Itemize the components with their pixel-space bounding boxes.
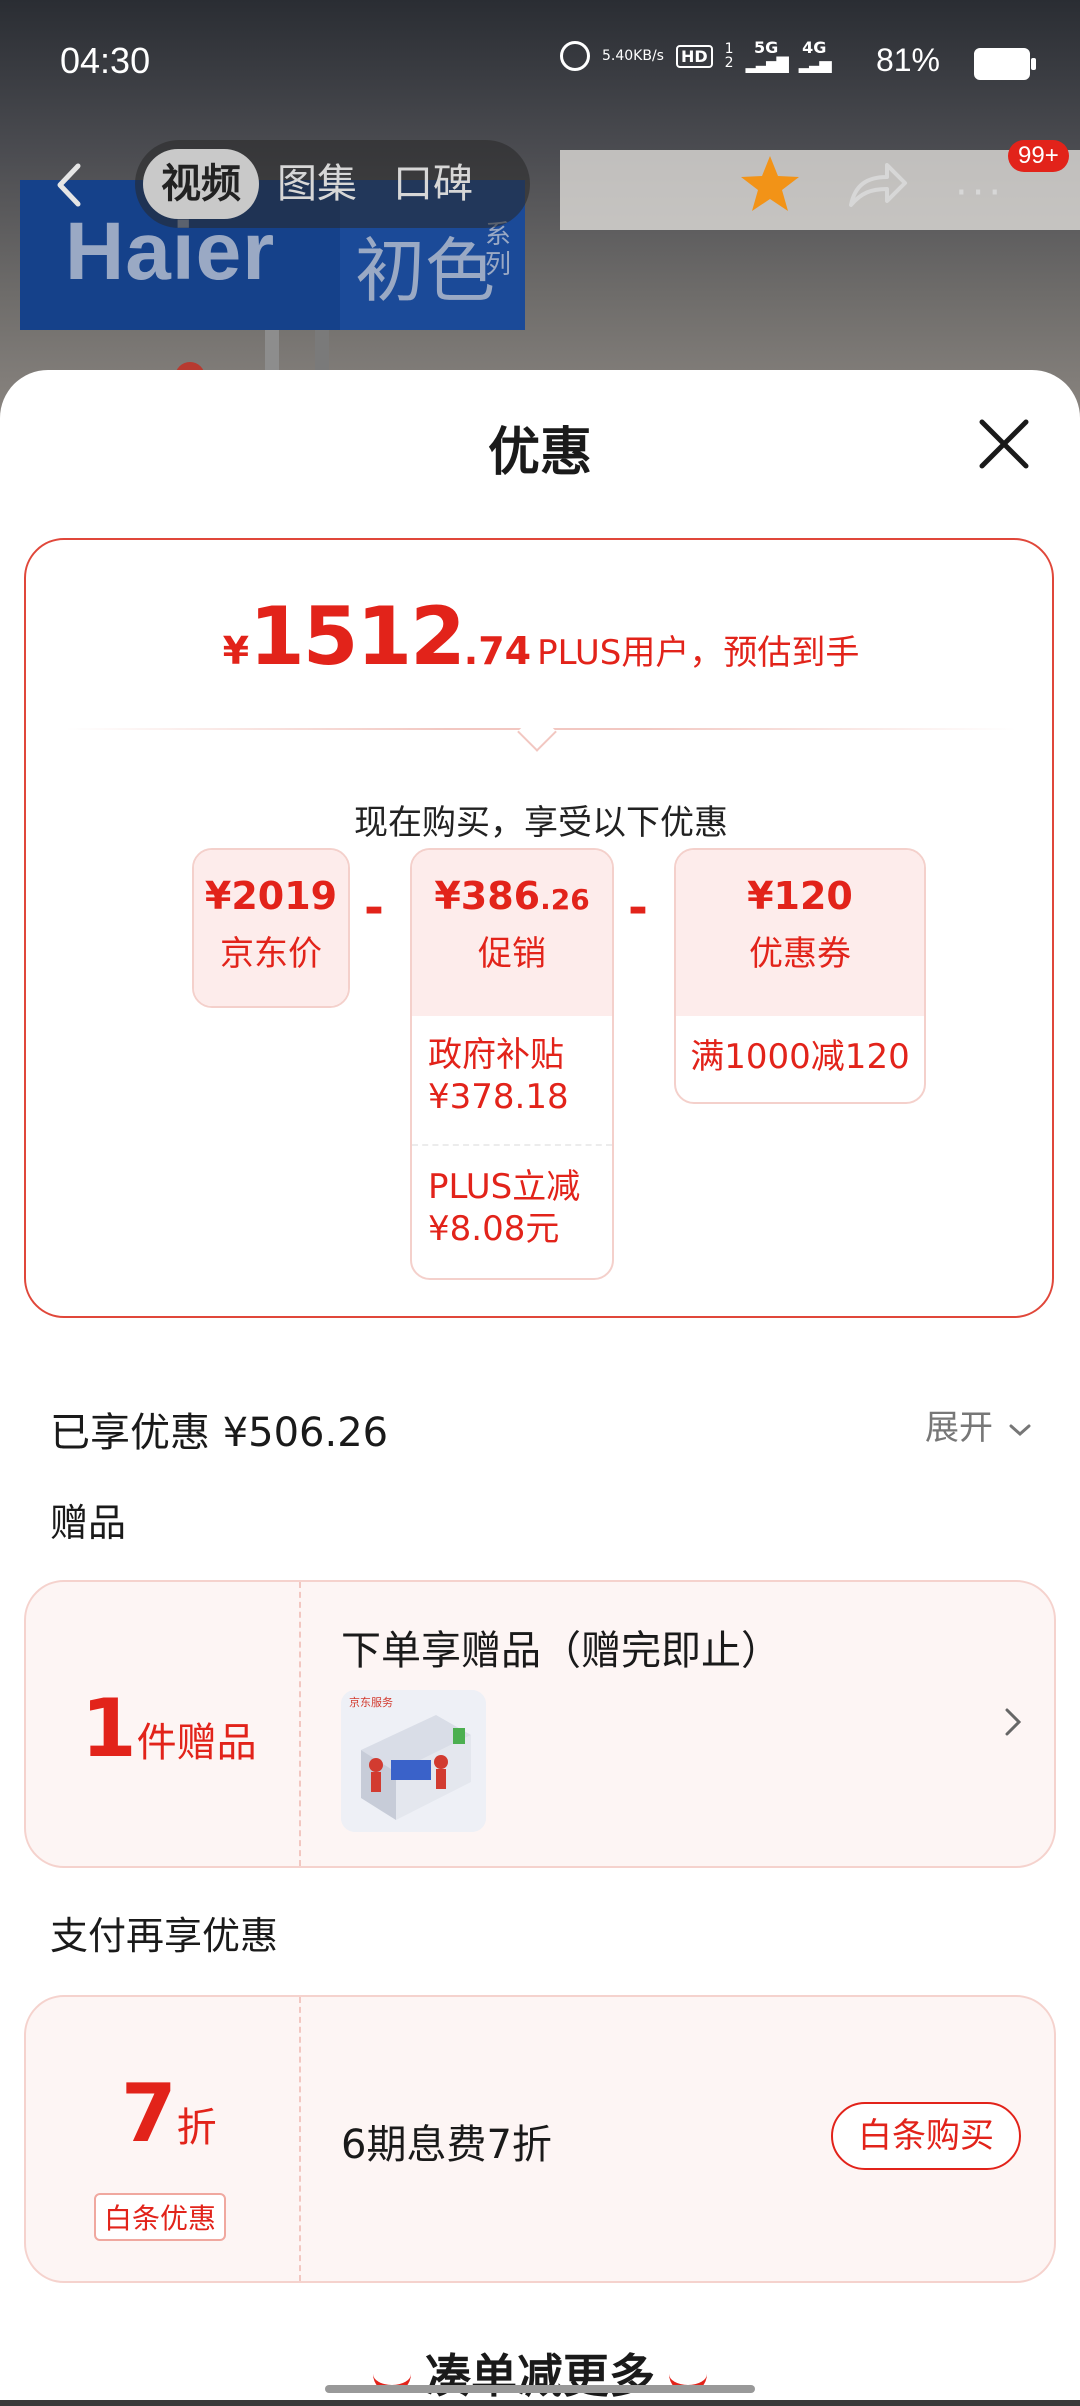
gift-service-illustration [341, 1690, 486, 1832]
gift-count-number: 1 [81, 1682, 137, 1775]
tab-video[interactable]: 视频 [143, 149, 259, 219]
jd-price-box: ¥2019 京东价 [192, 848, 350, 1008]
baitiao-tag: 白条优惠 [94, 2193, 227, 2241]
gift-count: 1件赠品 [81, 1682, 257, 1775]
promo-amount-dec: .26 [540, 883, 590, 916]
jd-price-amount: ¥2019 [204, 874, 338, 918]
payment-offer-card: 7折 白条优惠 6期息费7折 白条购买 [24, 1995, 1056, 2283]
price-label: PLUS用户，预估到手 [537, 633, 860, 673]
promo-amount: ¥386.26 [412, 850, 612, 918]
sim-slot-top: 1 [724, 41, 734, 57]
share-icon[interactable] [845, 155, 910, 215]
baitiao-buy-button[interactable]: 白条购买 [831, 2102, 1021, 2170]
sheet-title: 优惠 [487, 423, 592, 483]
discount-number: 7 [121, 2067, 177, 2160]
promo-amount-int: ¥386 [434, 874, 541, 918]
more-menu-icon[interactable]: ··· [955, 170, 1005, 216]
close-icon[interactable] [978, 418, 1030, 470]
expand-button[interactable]: 展开 [925, 1400, 1032, 1449]
chevron-right-icon [1005, 1708, 1022, 1736]
discount-unit: 折 [176, 2105, 217, 2151]
home-indicator[interactable] [325, 2385, 755, 2393]
minus-operator: - [628, 880, 648, 936]
network-speed-value: 5.40 [602, 48, 634, 64]
currency-symbol: ¥ [222, 629, 250, 673]
tab-reviews[interactable]: 口碑 [375, 149, 491, 219]
gift-count-unit: 件赠品 [136, 1720, 257, 1766]
status-icons: 5.40 KB/s HD 1 2 5G ▂▃▅▇ 4G ▂▃▅ [560, 40, 832, 73]
gift-image[interactable]: 京东服务 [341, 1690, 486, 1832]
product-nav-bar: 视频 图集 口碑 ··· 99+ [0, 140, 1080, 230]
payment-description: 6期息费7折 [341, 2122, 552, 2168]
payment-discount: 7折 [121, 2067, 217, 2160]
more-discounts-link[interactable]: 凑单减更多 [0, 2340, 1080, 2406]
price-integer: 1512 [249, 590, 466, 683]
coupon-item: 满1000减120 [690, 1037, 910, 1077]
coupon-box: ¥120 优惠券 满1000减120 [674, 848, 926, 1104]
promo-item-subsidy: 政府补贴 ¥378.18 [428, 1035, 569, 1117]
coupon-amount: ¥120 [747, 874, 853, 918]
gift-image-caption: 京东服务 [349, 1696, 393, 1709]
promo-label: 促销 [478, 934, 546, 974]
more-discounts-label: 凑单减更多 [425, 2349, 655, 2403]
battery-icon [974, 48, 1036, 80]
series-logo: 初色 [355, 230, 495, 312]
alarm-icon [560, 41, 590, 71]
back-icon[interactable] [50, 160, 90, 210]
status-bar: 04:30 5.40 KB/s HD 1 2 5G ▂▃▅▇ 4G ▂▃▅ 81… [0, 0, 1080, 120]
savings-total: 已享优惠 ¥506.26 [50, 1410, 389, 1456]
battery-percent: 81% [875, 42, 940, 78]
coupon-label: 优惠券 [749, 934, 851, 974]
signal-5g-icon: 5G ▂▃▅▇ [745, 40, 789, 73]
signal-bars-icon: ▂▃▅ [798, 54, 832, 73]
chevron-down-icon [1009, 1424, 1031, 1436]
promo-box: ¥386.26 促销 政府补贴 ¥378.18 PLUS立减 ¥8.08元 [410, 848, 614, 1280]
payment-section-title: 支付再享优惠 [50, 1914, 279, 1958]
signal-4g-icon: 4G ▂▃▅ [798, 40, 832, 73]
divider-notch [517, 712, 557, 752]
sim-slot-indicator: 1 2 [725, 42, 734, 70]
status-time: 04:30 [60, 40, 151, 81]
expand-label: 展开 [925, 1408, 993, 1448]
media-tabs: 视频 图集 口碑 [135, 140, 530, 228]
favorite-star-icon[interactable] [735, 150, 805, 220]
jd-price-label: 京东价 [220, 934, 322, 974]
price-decimal: .74 [463, 629, 532, 673]
hd-icon: HD [675, 44, 713, 68]
gift-title: 下单享赠品（赠完即止） [341, 1628, 781, 1674]
estimated-price: ¥1512.74 PLUS用户，预估到手 [26, 590, 1056, 683]
estimated-price-card: ¥1512.74 PLUS用户，预估到手 现在购买，享受以下优惠 ¥2019 京东… [24, 538, 1054, 1318]
minus-operator: - [364, 880, 384, 936]
signal-bars-icon: ▂▃▅▇ [745, 54, 789, 73]
network-speed: 5.40 KB/s [602, 48, 664, 64]
gifts-section-title: 赠品 [50, 1501, 127, 1545]
gift-card[interactable]: 1件赠品 下单享赠品（赠完即止） 京东服务 [24, 1580, 1056, 1868]
discount-sheet: 优惠 ¥1512.74 PLUS用户，预估到手 现在购买，享受以下优惠 ¥2019… [0, 370, 1080, 2403]
promo-item-plus: PLUS立减 ¥8.08元 [428, 1167, 581, 1249]
sim-slot-bottom: 2 [724, 55, 734, 71]
message-count-badge: 99+ [1008, 140, 1069, 172]
breakdown-intro: 现在购买，享受以下优惠 [354, 803, 728, 843]
network-speed-unit: KB/s [633, 48, 664, 64]
tab-gallery[interactable]: 图集 [259, 149, 375, 219]
